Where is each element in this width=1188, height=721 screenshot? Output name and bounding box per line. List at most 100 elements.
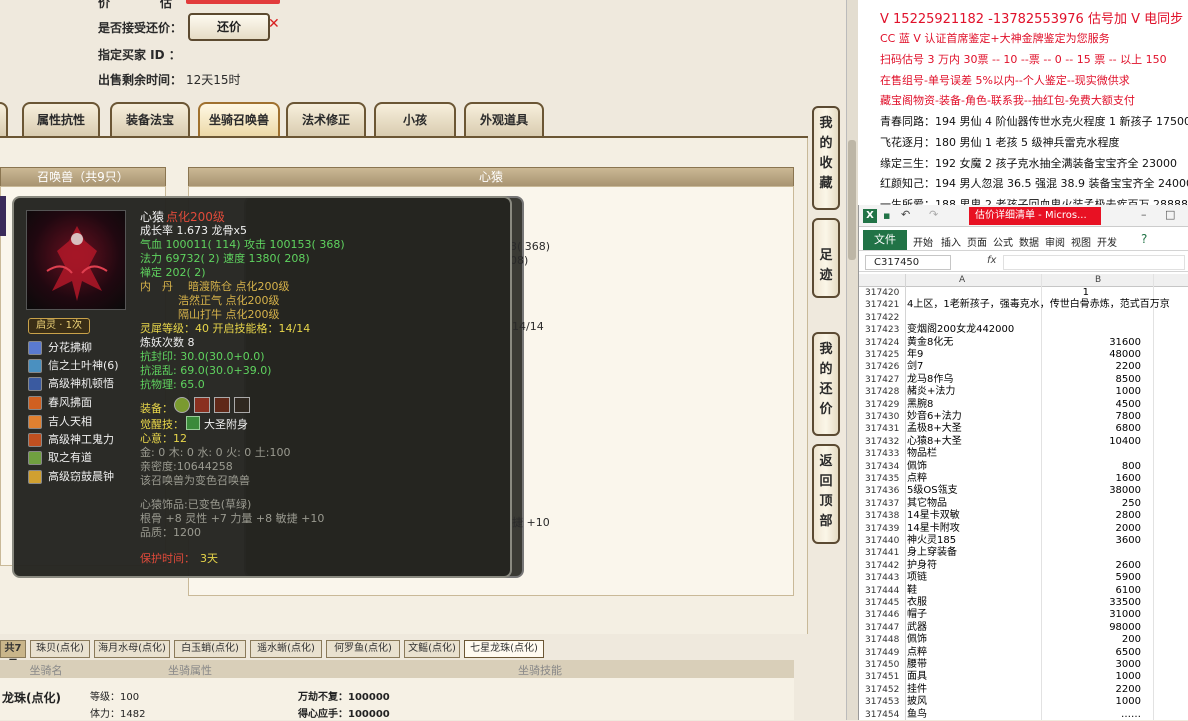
cell-b[interactable]: 1600 [1041, 473, 1141, 486]
ribbon-tab-view[interactable]: 视图 [1071, 234, 1091, 249]
cell-a[interactable]: 披风 [907, 696, 927, 709]
cell-b[interactable]: 6100 [1041, 585, 1141, 598]
row-number[interactable]: 317454 [865, 709, 905, 721]
row-number[interactable]: 317422 [865, 312, 905, 325]
cell-b[interactable]: 4500 [1041, 399, 1141, 412]
tab-partial[interactable] [0, 102, 8, 136]
excel-row[interactable]: 317438 14星卡双敏 2800 [859, 510, 1188, 523]
cell-a[interactable]: 14星卡附攻 [907, 523, 960, 536]
excel-row[interactable]: 317433 物品栏 [859, 448, 1188, 461]
cell-a[interactable]: 黄金8化无 [907, 337, 953, 350]
tab-attributes[interactable]: 属性抗性 [22, 102, 100, 136]
row-number[interactable]: 317435 [865, 473, 905, 486]
mount-tab-4[interactable]: 遥水蜥(点化) [250, 640, 322, 658]
cell-a[interactable]: 身上穿装备 [907, 547, 957, 560]
row-number[interactable]: 317428 [865, 386, 905, 399]
equip-1-icon[interactable] [174, 397, 190, 413]
cell-b[interactable]: 3600 [1041, 535, 1141, 548]
equip-3-icon[interactable] [214, 397, 230, 413]
page-scrollbar[interactable] [846, 0, 858, 720]
row-number[interactable]: 317433 [865, 448, 905, 461]
mount-tab-6[interactable]: 文鳐(点化) [404, 640, 460, 658]
cell-b[interactable]: 98000 [1041, 622, 1141, 635]
cell-b[interactable]: 800 [1041, 461, 1141, 474]
cell-a[interactable]: 妙音6+法力 [907, 411, 962, 424]
excel-row[interactable]: 317427 龙马8作乌 8500 [859, 374, 1188, 387]
excel-row[interactable]: 317435 点粹 1600 [859, 473, 1188, 486]
cell-a[interactable]: 4上区，1老新孩子，强毒克水，传世白骨赤炼，范式百万京 [907, 299, 1170, 312]
excel-row[interactable]: 317423 变烟阁200女龙442000 [859, 324, 1188, 337]
ribbon-tab-data[interactable]: 数据 [1019, 234, 1039, 249]
cell-b[interactable]: 6500 [1041, 647, 1141, 660]
row-number[interactable]: 317431 [865, 423, 905, 436]
row-number[interactable]: 317443 [865, 572, 905, 585]
excel-row[interactable]: 317440 神火灵185 3600 [859, 535, 1188, 548]
row-number[interactable]: 317446 [865, 609, 905, 622]
row-number[interactable]: 317449 [865, 647, 905, 660]
row-number[interactable]: 317448 [865, 634, 905, 647]
cell-b[interactable]: 250 [1041, 498, 1141, 511]
row-number[interactable]: 317442 [865, 560, 905, 573]
cell-b[interactable]: 31600 [1041, 337, 1141, 350]
row-number[interactable]: 317438 [865, 510, 905, 523]
excel-row[interactable]: 317420 1 [859, 287, 1188, 300]
cell-b[interactable]: 1000 [1041, 696, 1141, 709]
cell-a[interactable]: 孟极8+大圣 [907, 423, 962, 436]
cell-a[interactable]: 点粹 [907, 473, 927, 486]
row-number[interactable]: 317439 [865, 523, 905, 536]
cell-a[interactable]: 项链 [907, 572, 927, 585]
cell-a[interactable]: 佩饰 [907, 634, 927, 647]
row-number[interactable]: 317450 [865, 659, 905, 672]
row-number[interactable]: 317434 [865, 461, 905, 474]
excel-row[interactable]: 317436 5级OS瓴支 38000 [859, 485, 1188, 498]
mount-tab-5[interactable]: 何罗鱼(点化) [326, 640, 400, 658]
cell-b[interactable]: 1 [989, 287, 1089, 300]
tab-equipment[interactable]: 装备法宝 [110, 102, 190, 136]
cell-b[interactable]: 1000 [1041, 671, 1141, 684]
mount-tab-1[interactable]: 珠贝(点化) [30, 640, 90, 658]
cell-a[interactable]: 黑腕8 [907, 399, 933, 412]
row-number[interactable]: 317445 [865, 597, 905, 610]
ribbon-tab-developer[interactable]: 开发 [1097, 234, 1117, 249]
redo-icon[interactable]: ↷ [929, 208, 938, 221]
cell-b[interactable]: 2600 [1041, 560, 1141, 573]
pet-thumb-partial[interactable] [0, 196, 6, 236]
excel-row[interactable]: 317429 黑腕8 4500 [859, 399, 1188, 412]
mount-count-tab[interactable]: 共7只 [0, 640, 26, 670]
cell-a[interactable]: 佩饰 [907, 461, 927, 474]
my-bargains-button[interactable]: 我的还价 [812, 332, 840, 436]
back-to-top-button[interactable]: 返回顶部 [812, 444, 840, 544]
excel-row[interactable]: 317445 衣服 33500 [859, 597, 1188, 610]
row-number[interactable]: 317425 [865, 349, 905, 362]
cell-a[interactable]: 物品栏 [907, 448, 937, 461]
cell-b[interactable]: 38000 [1041, 485, 1141, 498]
maximize-icon[interactable]: □ [1165, 208, 1175, 221]
row-number[interactable]: 317426 [865, 361, 905, 374]
ribbon-tab-formulas[interactable]: 公式 [993, 234, 1013, 249]
page-scrollbar-thumb[interactable] [848, 140, 856, 260]
cell-b[interactable]: 5900 [1041, 572, 1141, 585]
cell-b[interactable]: 2000 [1041, 523, 1141, 536]
cell-b[interactable]: 7800 [1041, 411, 1141, 424]
tab-spells[interactable]: 法术修正 [286, 102, 366, 136]
excel-row[interactable]: 317441 身上穿装备 [859, 547, 1188, 560]
mount-tab-2[interactable]: 海月水母(点化) [94, 640, 170, 658]
cell-a[interactable]: 护身符 [907, 560, 937, 573]
row-number[interactable]: 317430 [865, 411, 905, 424]
cell-b[interactable]: 1000 [1041, 386, 1141, 399]
row-number[interactable]: 317432 [865, 436, 905, 449]
cell-a[interactable]: 神火灵185 [907, 535, 956, 548]
cell-a[interactable]: 心猿8+大圣 [907, 436, 962, 449]
cell-a[interactable]: 其它物品 [907, 498, 947, 511]
equip-2-icon[interactable] [194, 397, 210, 413]
row-number[interactable]: 317447 [865, 622, 905, 635]
cell-a[interactable]: 面具 [907, 671, 927, 684]
mount-tab-3[interactable]: 白玉蛸(点化) [174, 640, 246, 658]
excel-row[interactable]: 317444 鞋 6100 [859, 585, 1188, 598]
cell-a[interactable]: 挂件 [907, 684, 927, 697]
excel-row[interactable]: 317449 点粹 6500 [859, 647, 1188, 660]
cell-a[interactable]: 赭炎+法力 [907, 386, 955, 399]
excel-row[interactable]: 317430 妙音6+法力 7800 [859, 411, 1188, 424]
ribbon-tab-layout[interactable]: 页面 [967, 234, 987, 249]
excel-row[interactable]: 317446 帽子 31000 [859, 609, 1188, 622]
